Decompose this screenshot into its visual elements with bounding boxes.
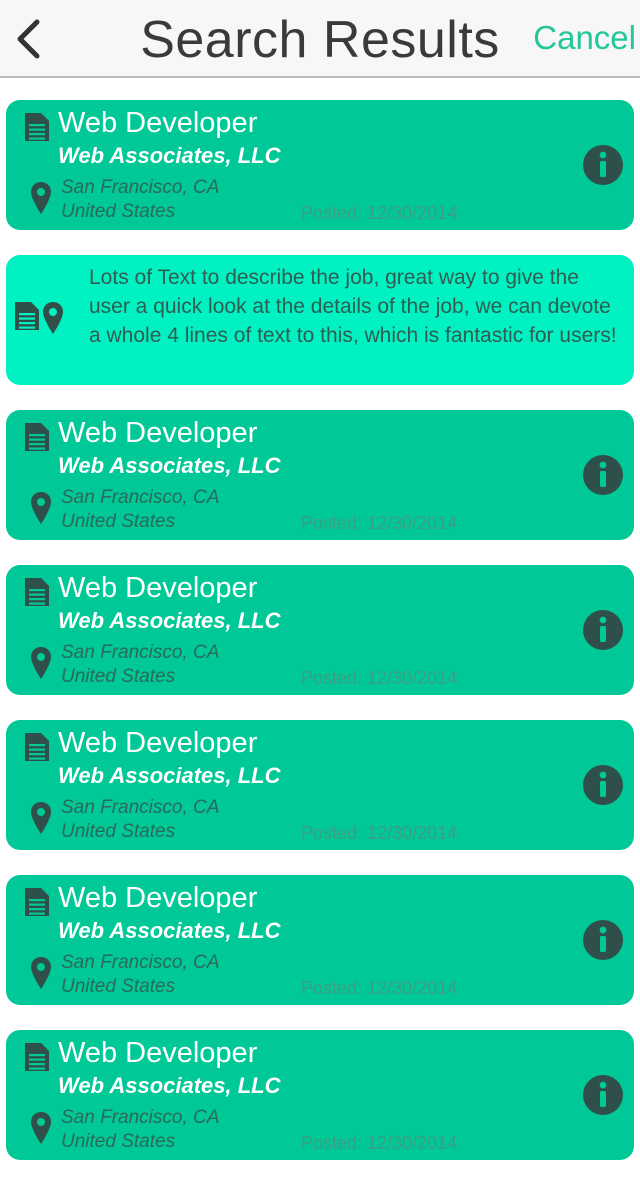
info-icon[interactable] xyxy=(583,455,623,495)
job-city: San Francisco, CA xyxy=(61,1107,220,1128)
location-pin-icon xyxy=(31,182,51,214)
posted-date: Posted: 12/30/2014 xyxy=(301,203,458,223)
company-name: Web Associates, LLC xyxy=(58,608,281,633)
document-icon xyxy=(25,1043,49,1071)
job-city: San Francisco, CA xyxy=(61,797,220,818)
info-icon[interactable] xyxy=(583,765,623,805)
job-card[interactable]: Web Developer Web Associates, LLC San Fr… xyxy=(6,100,634,230)
info-icon[interactable] xyxy=(583,145,623,185)
job-country: United States xyxy=(61,976,176,997)
posted-date: Posted: 12/30/2014 xyxy=(301,513,458,533)
company-name: Web Associates, LLC xyxy=(58,453,281,478)
job-city: San Francisco, CA xyxy=(61,487,220,508)
job-title: Web Developer xyxy=(58,572,258,604)
location-pin-icon xyxy=(31,802,51,834)
job-country: United States xyxy=(61,821,176,842)
job-country: United States xyxy=(61,511,176,532)
company-name: Web Associates, LLC xyxy=(58,763,281,788)
document-icon xyxy=(25,888,49,916)
job-country: United States xyxy=(61,201,176,222)
navigation-bar: Search Results Cancel xyxy=(0,0,640,78)
document-icon xyxy=(25,423,49,451)
company-name: Web Associates, LLC xyxy=(58,918,281,943)
job-card[interactable]: Web Developer Web Associates, LLC San Fr… xyxy=(6,1030,634,1160)
posted-date: Posted: 12/30/2014 xyxy=(301,668,458,688)
info-icon[interactable] xyxy=(583,1075,623,1115)
job-card[interactable]: Web Developer Web Associates, LLC San Fr… xyxy=(6,410,634,540)
location-pin-icon xyxy=(31,647,51,679)
location-pin-icon xyxy=(43,302,63,334)
back-chevron-icon[interactable] xyxy=(10,14,50,64)
document-icon xyxy=(15,302,39,330)
job-description: Lots of Text to describe the job, great … xyxy=(89,266,617,347)
document-icon xyxy=(25,733,49,761)
document-icon xyxy=(25,578,49,606)
job-card[interactable]: Web Developer Web Associates, LLC San Fr… xyxy=(6,565,634,695)
job-country: United States xyxy=(61,666,176,687)
cancel-button[interactable]: Cancel xyxy=(533,18,636,58)
company-name: Web Associates, LLC xyxy=(58,1073,281,1098)
posted-date: Posted: 12/30/2014 xyxy=(301,823,458,843)
search-results-list: Web Developer Web Associates, LLC San Fr… xyxy=(6,100,634,1185)
job-city: San Francisco, CA xyxy=(61,952,220,973)
location-pin-icon xyxy=(31,1112,51,1144)
job-city: San Francisco, CA xyxy=(61,642,220,663)
location-pin-icon xyxy=(31,957,51,989)
job-title: Web Developer xyxy=(58,882,258,914)
info-icon[interactable] xyxy=(583,920,623,960)
job-city: San Francisco, CA xyxy=(61,177,220,198)
job-card[interactable]: Web Developer Web Associates, LLC San Fr… xyxy=(6,875,634,1005)
job-title: Web Developer xyxy=(58,417,258,449)
job-country: United States xyxy=(61,1131,176,1152)
job-title: Web Developer xyxy=(58,727,258,759)
job-card[interactable]: Web Developer Web Associates, LLC San Fr… xyxy=(6,720,634,850)
job-description-card[interactable]: Lots of Text to describe the job, great … xyxy=(6,255,634,385)
document-icon xyxy=(25,113,49,141)
job-title: Web Developer xyxy=(58,1037,258,1069)
posted-date: Posted: 12/30/2014 xyxy=(301,978,458,998)
info-icon[interactable] xyxy=(583,610,623,650)
posted-date: Posted: 12/30/2014 xyxy=(301,1133,458,1153)
company-name: Web Associates, LLC xyxy=(58,143,281,168)
location-pin-icon xyxy=(31,492,51,524)
job-title: Web Developer xyxy=(58,107,258,139)
